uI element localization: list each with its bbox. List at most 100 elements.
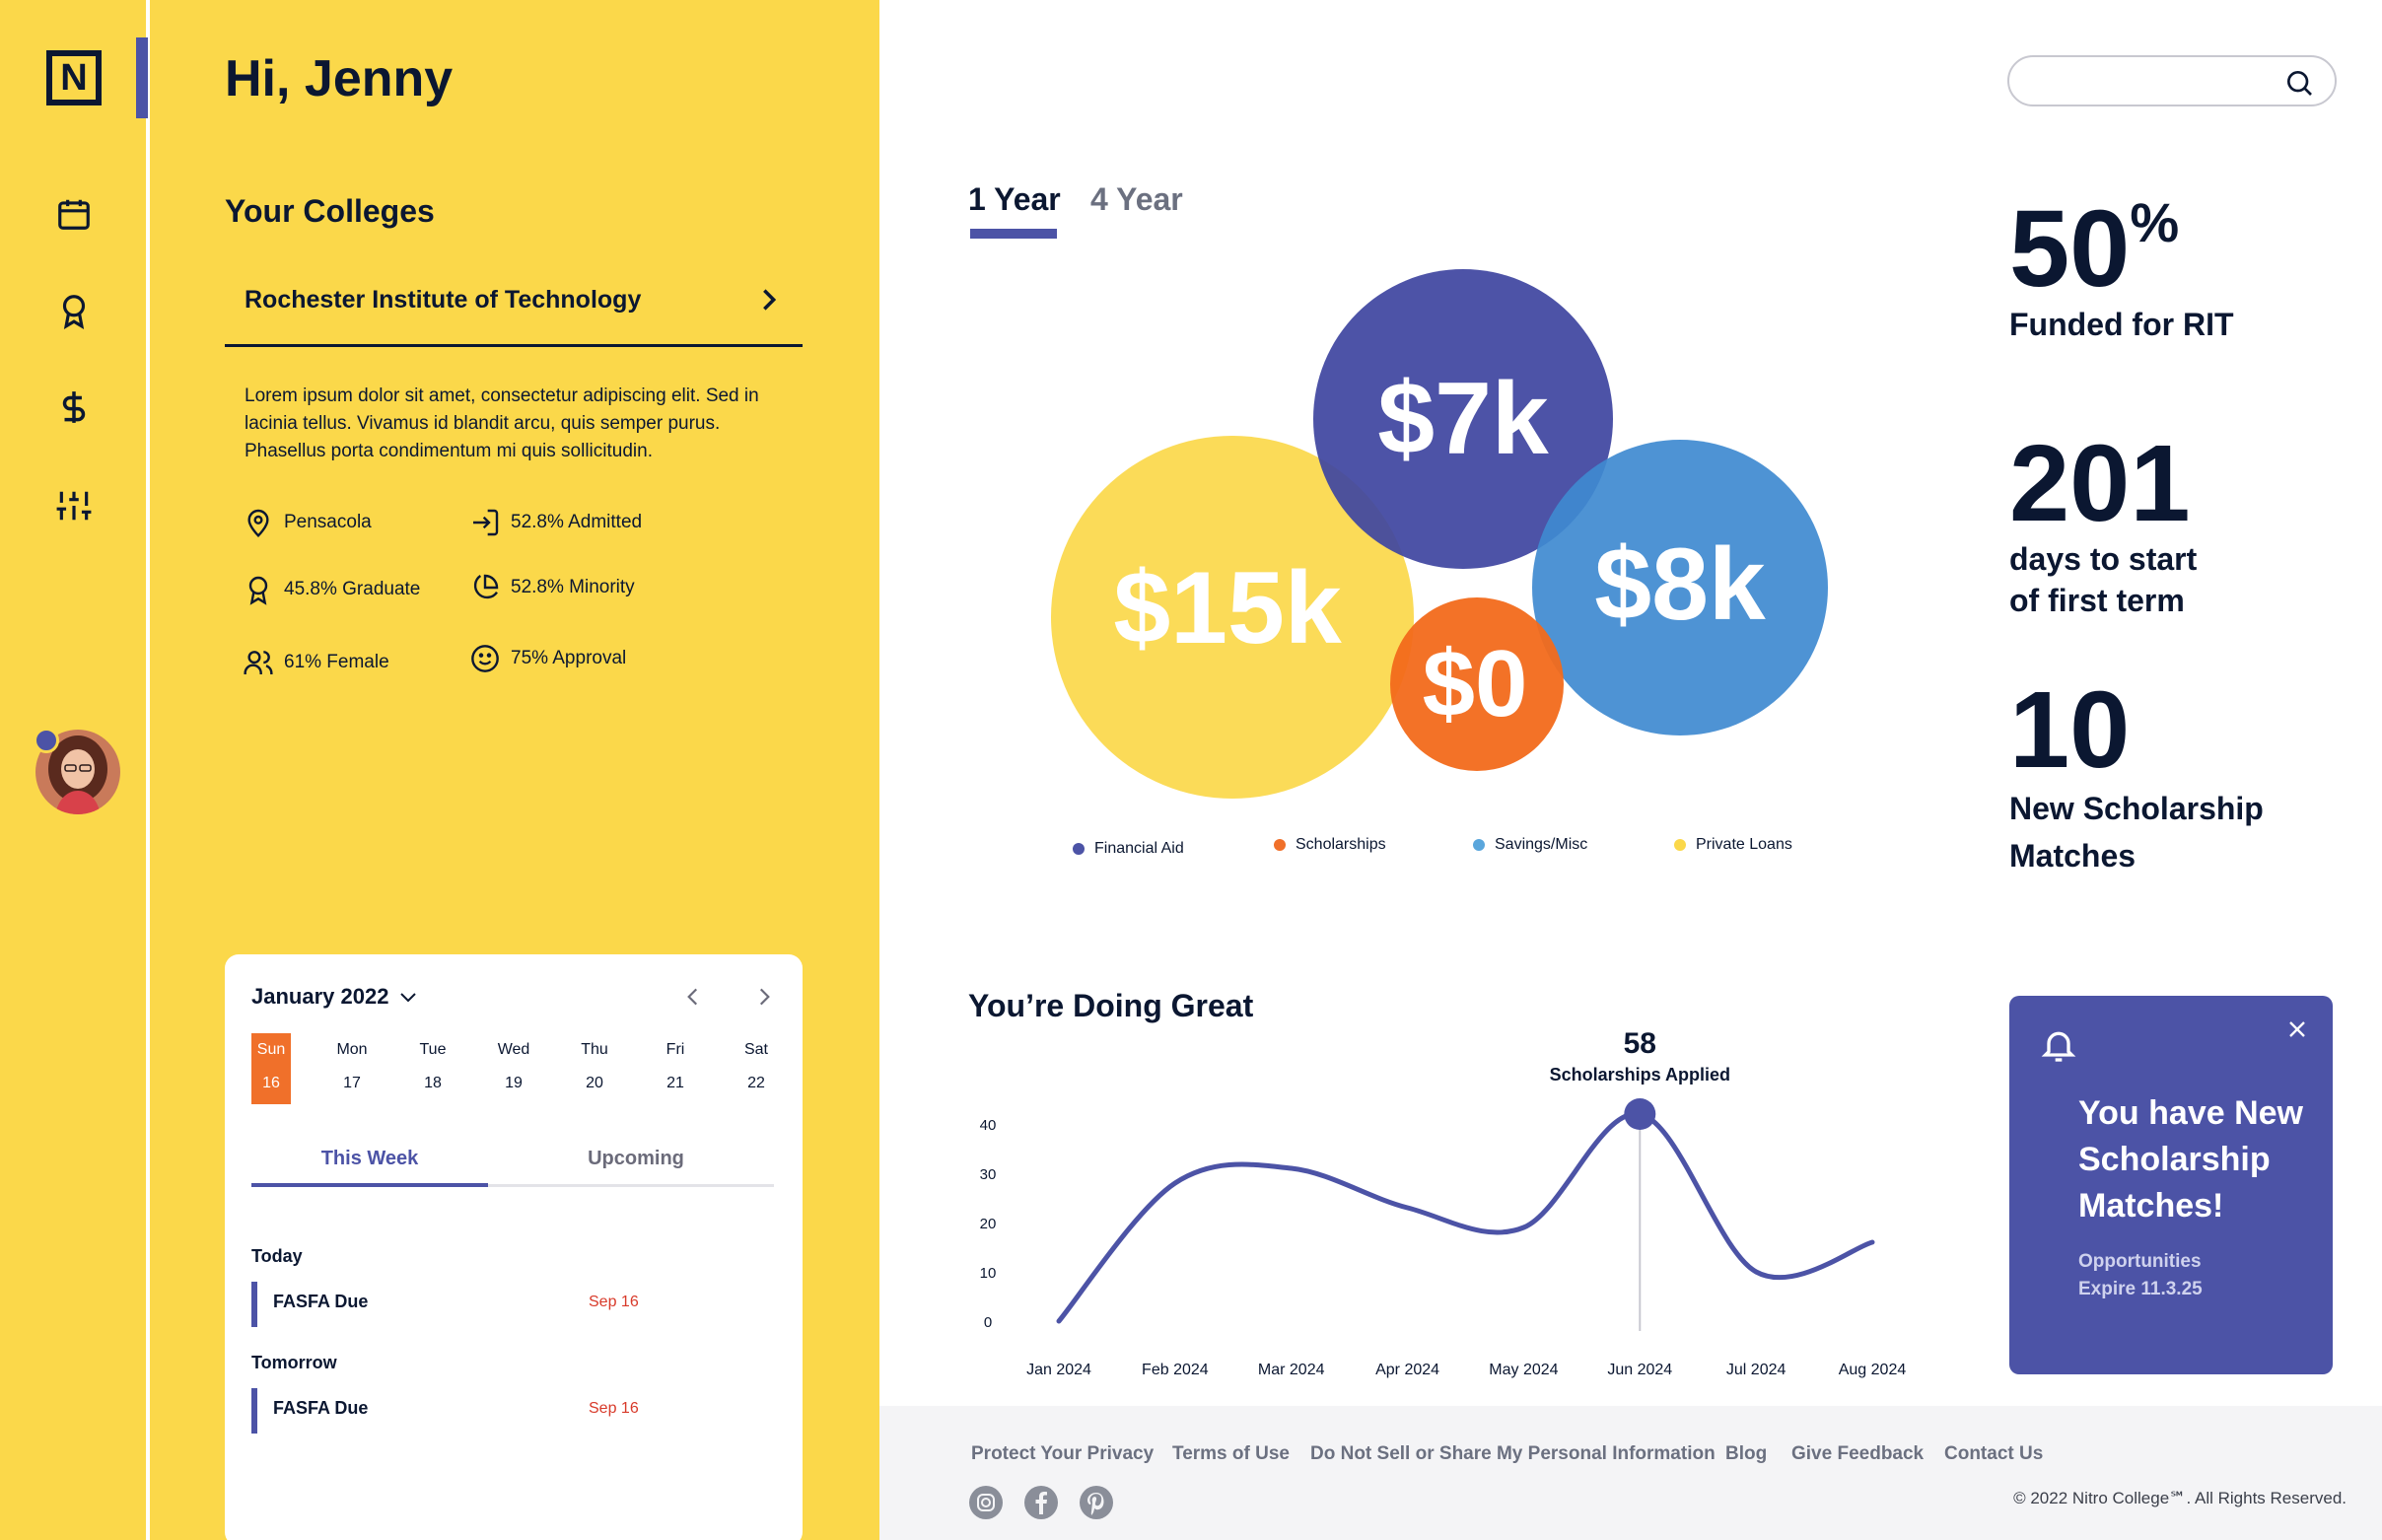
legend-dot <box>1473 839 1485 851</box>
facebook-icon[interactable] <box>1023 1485 1059 1520</box>
stat-caption: days to start <box>2009 541 2198 577</box>
scholarship-line-chart: 0 10 20 30 40 Jan 2024 Feb 2024 Mar 2024 Apr 202… <box>980 1027 1907 1378</box>
nitro-logo[interactable]: N <box>46 50 102 105</box>
footer-link-privacy[interactable]: Protect Your Privacy <box>971 1443 1154 1465</box>
y-tick-label: 40 <box>980 1117 997 1134</box>
notification-line: Opportunities <box>2078 1251 2202 1272</box>
month-picker[interactable]: January 2022 <box>251 984 420 1010</box>
tab-1-year[interactable]: 1 Year <box>968 181 1061 218</box>
users-icon <box>244 651 273 674</box>
day-date: 22 <box>747 1075 765 1091</box>
college-name: Rochester Institute of Technology <box>245 286 642 314</box>
copyright: © 2022 Nitro College℠. All Rights Reserv… <box>2013 1489 2347 1507</box>
day-name: Thu <box>581 1041 608 1058</box>
close-icon[interactable] <box>2283 1015 2311 1043</box>
rail-active-indicator <box>136 37 148 118</box>
chevron-down-icon <box>400 993 417 1003</box>
annotation-value: 58 <box>1624 1027 1656 1060</box>
stat-minority: 52.8% Minority <box>469 572 635 603</box>
stat-value: 10 <box>2009 669 2131 791</box>
stat-graduate: 45.8% Graduate <box>243 574 420 605</box>
legend-label: Scholarships <box>1296 836 1386 853</box>
stat-matches: 10 New Scholarship Matches <box>2009 676 2264 879</box>
stat-sup: % <box>2130 191 2180 253</box>
day-date: 20 <box>586 1075 603 1091</box>
search-icon[interactable] <box>2283 67 2315 99</box>
x-tick-label: May 2024 <box>1489 1362 1558 1378</box>
y-tick-label: 20 <box>980 1216 997 1232</box>
legend-label: Savings/Misc <box>1495 836 1588 853</box>
chevron-right-icon[interactable] <box>751 984 777 1010</box>
x-tick-label: Apr 2024 <box>1375 1362 1439 1378</box>
calendar-card: January 2022 Sun 16 Mon 17 Tue 18 Wed 19 Thu… <box>225 954 803 1540</box>
instagram-icon[interactable] <box>968 1485 1004 1520</box>
legend-label: Financial Aid <box>1094 840 1184 857</box>
task-item[interactable]: FASFA Due Sep 16 <box>251 1282 744 1327</box>
annotation-point <box>1624 1098 1656 1130</box>
chevron-left-icon[interactable] <box>680 984 706 1010</box>
award-icon[interactable] <box>55 292 93 330</box>
tab-this-week[interactable]: This Week <box>251 1148 488 1187</box>
x-tick-label: Jul 2024 <box>1726 1362 1786 1378</box>
task-name: FASFA Due <box>273 1398 369 1418</box>
footer-link-do-not-sell[interactable]: Do Not Sell or Share My Personal Informa… <box>1310 1443 1716 1465</box>
greeting-heading: Hi, Jenny <box>225 50 454 107</box>
day-mon[interactable]: Mon 17 <box>332 1033 372 1104</box>
x-tick-label: Jun 2024 <box>1607 1362 1672 1378</box>
group-today: Today <box>251 1246 303 1266</box>
day-name: Tue <box>419 1041 447 1058</box>
day-date: 16 <box>262 1075 280 1091</box>
x-tick-label: Jan 2024 <box>1026 1362 1091 1378</box>
dollar-icon[interactable] <box>55 388 93 426</box>
day-fri[interactable]: Fri 21 <box>656 1033 695 1104</box>
footer-link-feedback[interactable]: Give Feedback <box>1791 1443 1924 1465</box>
group-tomorrow: Tomorrow <box>251 1353 337 1372</box>
stat-label: Pensacola <box>284 512 372 532</box>
day-thu[interactable]: Thu 20 <box>575 1033 614 1104</box>
stat-funded: 50% Funded for RIT <box>2009 195 2234 345</box>
stat-caption: of first term <box>2009 583 2185 618</box>
tab-upcoming[interactable]: Upcoming <box>498 1148 774 1187</box>
bubble-label: $8k <box>1594 527 1766 642</box>
calendar-icon[interactable] <box>55 195 93 233</box>
footer-link-contact[interactable]: Contact Us <box>1944 1443 2043 1465</box>
notification-title: You have New Scholarship Matches! <box>2078 1094 2303 1225</box>
legend-dot <box>1073 843 1085 855</box>
college-selector[interactable]: Rochester Institute of Technology <box>225 270 803 347</box>
day-tue[interactable]: Tue 18 <box>413 1033 453 1104</box>
logo-letter: N <box>60 56 88 99</box>
bubble-label: $15k <box>1113 551 1342 665</box>
stat-location: Pensacola <box>243 507 372 538</box>
stat-days: 201 days to start of first term <box>2009 430 2197 621</box>
legend-savings: Savings/Misc <box>1473 836 1587 854</box>
task-item[interactable]: FASFA Due Sep 16 <box>251 1388 744 1434</box>
y-tick-label: 0 <box>984 1314 992 1331</box>
pinterest-icon[interactable] <box>1079 1485 1114 1520</box>
day-date: 17 <box>343 1075 361 1091</box>
search-input[interactable] <box>2007 55 2337 106</box>
footer-link-terms[interactable]: Terms of Use <box>1172 1443 1290 1465</box>
y-tick-label: 10 <box>980 1265 997 1282</box>
week-strip: Sun 16 Mon 17 Tue 18 Wed 19 Thu 20 Fri 21 Sat 2… <box>251 1033 774 1104</box>
day-date: 21 <box>666 1075 684 1091</box>
series-line <box>1056 1111 1875 1324</box>
footer-link-blog[interactable]: Blog <box>1725 1443 1767 1465</box>
day-wed[interactable]: Wed 19 <box>494 1033 533 1104</box>
day-sat[interactable]: Sat 22 <box>736 1033 776 1104</box>
task-name: FASFA Due <box>273 1292 369 1311</box>
stat-value: 50 <box>2009 188 2131 310</box>
year-tab-indicator <box>970 229 1057 239</box>
day-name: Fri <box>666 1041 685 1058</box>
x-tick-label: Aug 2024 <box>1839 1362 1907 1378</box>
day-sun[interactable]: Sun 16 <box>251 1033 291 1104</box>
smile-icon <box>471 645 499 672</box>
notification-line: Expire 11.3.25 <box>2078 1279 2203 1299</box>
calendar-tabs: This Week Upcoming <box>251 1148 774 1187</box>
x-tick-label: Mar 2024 <box>1258 1362 1325 1378</box>
bubble-label: $7k <box>1377 362 1549 476</box>
stat-label: 75% Approval <box>511 648 627 668</box>
bubble-label: $0 <box>1423 631 1528 736</box>
tab-4-year[interactable]: 4 Year <box>1090 181 1183 218</box>
sliders-icon[interactable] <box>55 487 93 525</box>
stat-label: 52.8% Admitted <box>511 512 643 532</box>
